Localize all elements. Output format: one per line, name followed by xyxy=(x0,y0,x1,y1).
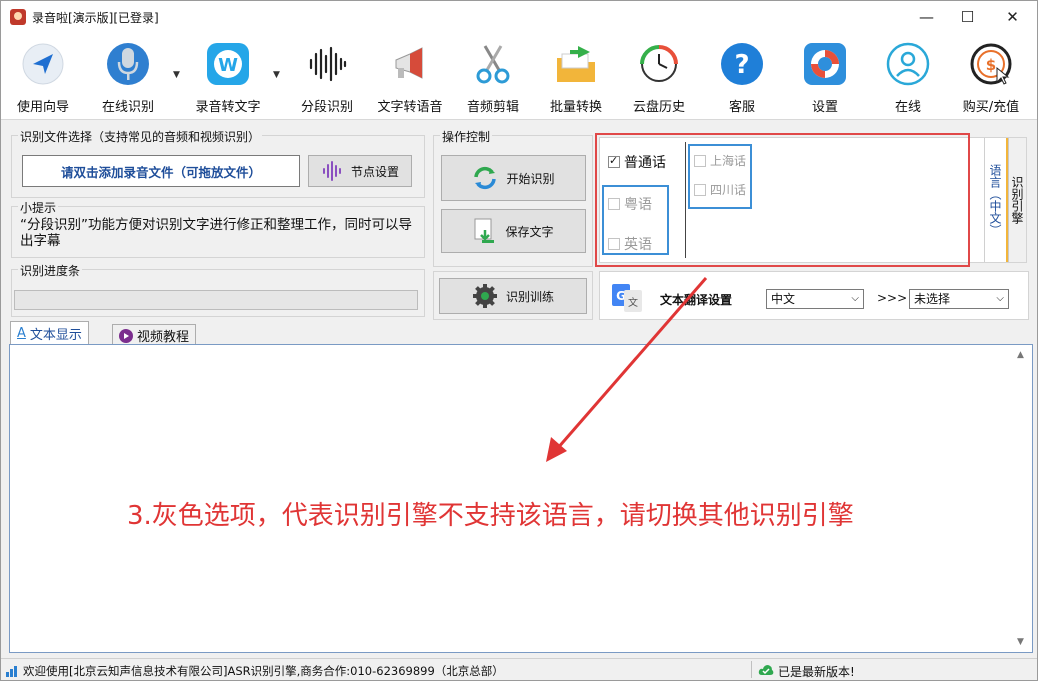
signal-bars-icon xyxy=(6,666,17,677)
status-divider xyxy=(751,661,752,678)
app-window: 录音啦[演示版][已登录] — ☐ ✕ 使用向导 在线识别 ▼ W 录音转文字 … xyxy=(0,0,1038,681)
status-left-text: 欢迎使用[北京云知声信息技术有限公司]ASR识别引擎,商务合作:010-6236… xyxy=(23,664,504,678)
status-bar: 欢迎使用[北京云知声信息技术有限公司]ASR识别引擎,商务合作:010-6236… xyxy=(1,658,1037,680)
annotation-text: 3.灰色选项，代表识别引擎不支持该语言，请切换其他识别引擎 xyxy=(127,501,854,531)
status-right-text: 已是最新版本! xyxy=(778,665,855,679)
annotation-arrow xyxy=(546,277,708,462)
cloud-check-icon xyxy=(758,665,774,675)
